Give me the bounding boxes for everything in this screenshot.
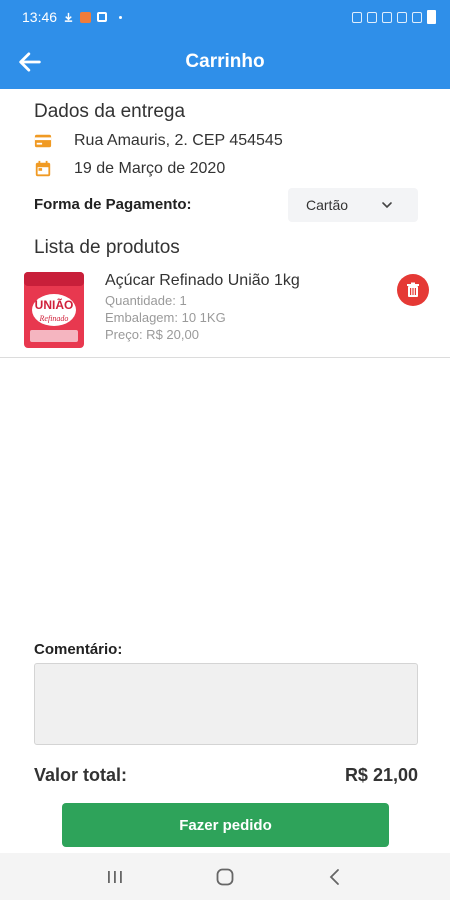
comment-label: Comentário: — [34, 641, 123, 658]
total-label: Valor total: — [34, 765, 128, 785]
product-quantity: Quantidade: 1 — [105, 293, 187, 308]
product-name: Açúcar Refinado União 1kg — [105, 272, 300, 289]
total-value: R$ 21,00 — [344, 765, 418, 785]
delivery-address-row: Rua Amauris, 2. CEP 454545 — [34, 132, 283, 150]
payment-selected-value: Cartão — [306, 197, 349, 213]
status-time: 13:46 — [22, 9, 58, 25]
payment-select[interactable]: Cartão — [288, 188, 418, 222]
comment-input[interactable] — [34, 663, 418, 745]
svg-text:UNIÃO: UNIÃO — [35, 297, 74, 312]
alarm-icon — [352, 11, 362, 23]
battery-icon — [427, 10, 436, 24]
products-heading: Lista de produtos — [34, 237, 180, 258]
place-order-button[interactable]: Fazer pedido — [62, 803, 389, 847]
arrow-left-icon[interactable] — [16, 48, 44, 76]
app-notification-icon — [80, 11, 92, 23]
download-icon — [64, 12, 73, 22]
delivery-address: Rua Amauris, 2. CEP 454545 — [74, 132, 283, 149]
signal-icon — [412, 11, 422, 23]
delivery-date-row: 19 de Março de 2020 — [34, 160, 225, 178]
payment-label: Forma de Pagamento: — [34, 196, 192, 213]
home-icon[interactable] — [214, 866, 236, 888]
back-icon[interactable] — [324, 866, 346, 888]
product-packaging: Embalagem: 10 1KG — [105, 310, 226, 325]
delivery-heading: Dados da entrega — [34, 101, 186, 122]
system-nav-bar — [0, 853, 450, 900]
page-title: Carrinho — [185, 50, 265, 72]
svg-text:Refinado: Refinado — [39, 314, 69, 323]
product-image: UNIÃO Refinado — [24, 272, 84, 348]
delivery-date: 19 de Março de 2020 — [74, 160, 226, 177]
app-bar: Carrinho — [0, 34, 450, 89]
wifi-icon — [382, 11, 392, 23]
trash-icon — [407, 282, 419, 297]
dot-icon — [119, 15, 123, 19]
delete-button[interactable] — [397, 274, 429, 306]
calendar-icon — [35, 160, 51, 177]
list-item: UNIÃO Refinado Açúcar Refinado União 1kg… — [0, 262, 450, 358]
status-bar: 13:46 — [0, 0, 450, 34]
chevron-down-icon — [382, 202, 392, 209]
product-price: Preço: R$ 20,00 — [105, 327, 199, 342]
recent-apps-icon[interactable] — [104, 866, 126, 888]
card-icon — [34, 134, 52, 148]
signal-icon — [397, 11, 407, 23]
check-icon — [97, 12, 108, 22]
mute-icon — [367, 11, 377, 23]
